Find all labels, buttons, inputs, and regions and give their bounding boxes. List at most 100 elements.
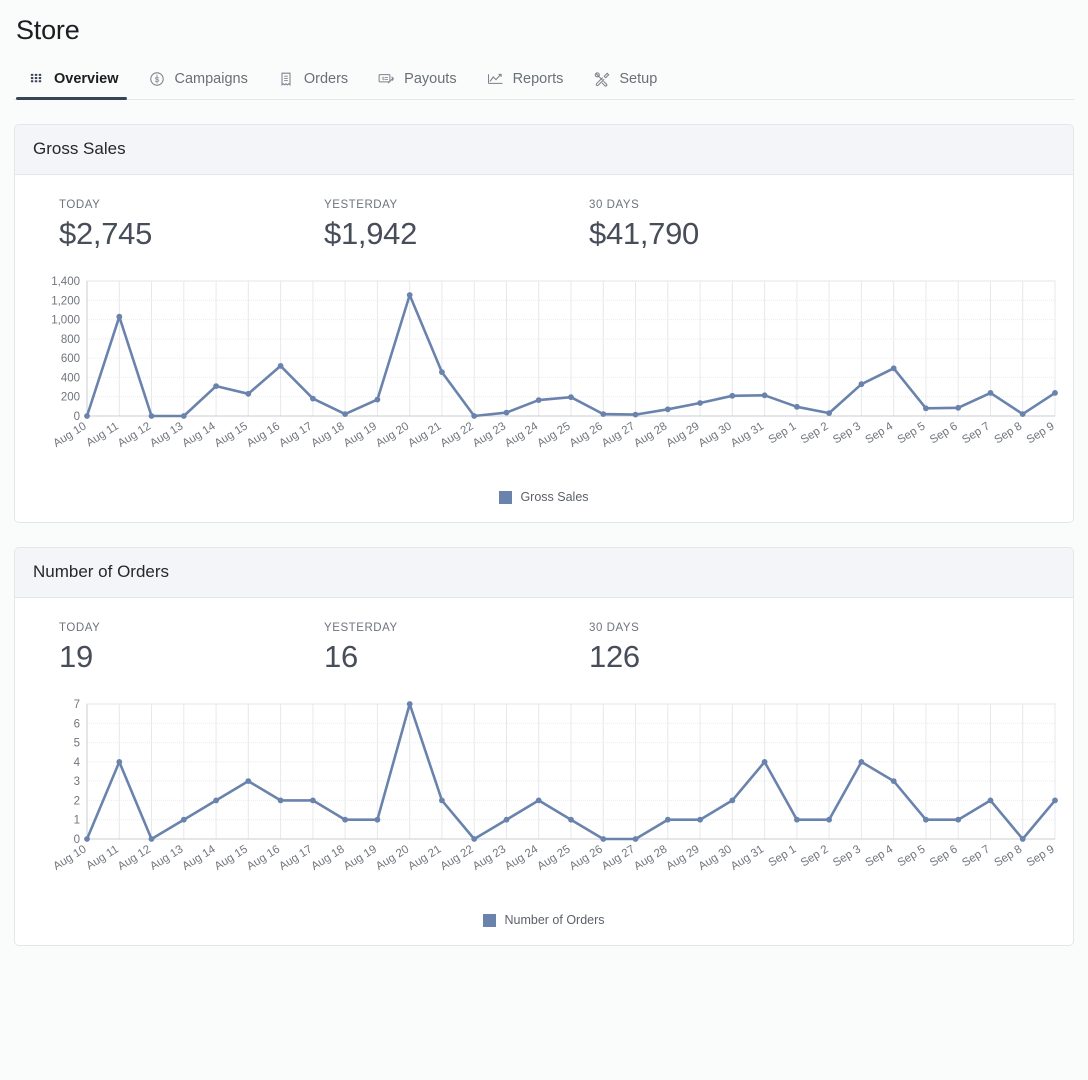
data-point: Sep 7: 2 bbox=[987, 797, 994, 804]
x-tick-label: Aug 27 bbox=[600, 844, 637, 873]
data-point: Aug 10: 0 bbox=[84, 836, 90, 843]
x-tick-label: Sep 1 bbox=[767, 421, 799, 447]
chart-0: 02004006008001,0001,2001,400Aug 10: 0Aug… bbox=[35, 273, 1058, 488]
x-tick-label: Aug 16 bbox=[245, 844, 282, 873]
data-point: Sep 5: 1 bbox=[923, 817, 929, 824]
svg-text:0: 0 bbox=[74, 411, 80, 423]
x-tick-label: Aug 11 bbox=[84, 421, 121, 450]
page-title: Store bbox=[16, 15, 80, 45]
x-tick-label: Aug 28 bbox=[632, 421, 669, 450]
data-point: Aug 26: 20 bbox=[600, 411, 607, 418]
tab-bar: Overview S Campaigns Orders $ Payouts Reports S… bbox=[14, 62, 1074, 101]
x-tick-label: Aug 31 bbox=[729, 844, 766, 873]
stat-label: TODAY bbox=[59, 198, 101, 211]
data-point: Aug 26: 0 bbox=[600, 836, 607, 843]
data-point: Sep 3: 4 bbox=[858, 759, 865, 766]
chart-1: 01234567Aug 10: 0Aug 11: 4Aug 12: 0Aug 1… bbox=[35, 696, 1058, 911]
tab-campaigns[interactable]: S Campaigns bbox=[137, 62, 266, 99]
x-tick-label: Aug 23 bbox=[471, 844, 508, 873]
card-number-of-orders: Number of Orders TODAY 19 YESTERDAY 16 30 DAY… bbox=[14, 547, 1074, 947]
tab-overview[interactable]: Overview bbox=[16, 62, 137, 101]
data-point: Aug 25: 195 bbox=[568, 394, 574, 401]
svg-text:6: 6 bbox=[74, 719, 80, 731]
svg-text:2: 2 bbox=[74, 796, 80, 808]
tools-icon bbox=[593, 70, 610, 87]
x-tick-label: Sep 6 bbox=[928, 421, 960, 447]
stat-label: YESTERDAY bbox=[324, 621, 398, 634]
card-title: Number of Orders bbox=[33, 562, 170, 582]
stat-value: 126 bbox=[589, 638, 640, 674]
card-gross-sales: Gross Sales TODAY $2,745 YESTERDAY $1,942 30 … bbox=[14, 124, 1074, 524]
stat-today: TODAY 19 bbox=[59, 622, 324, 675]
x-tick-label: Sep 2 bbox=[799, 844, 831, 870]
svg-text:1: 1 bbox=[74, 815, 80, 827]
data-point: Aug 29: 1 bbox=[697, 817, 703, 824]
data-point: Aug 29: 135 bbox=[697, 400, 703, 407]
x-tick-label: Aug 28 bbox=[632, 844, 669, 873]
data-point: Aug 12: 0 bbox=[148, 413, 155, 420]
x-tick-label: Sep 5 bbox=[896, 844, 928, 870]
x-tick-label: Sep 3 bbox=[831, 421, 863, 447]
x-tick-label: Aug 31 bbox=[729, 421, 766, 450]
tab-label: Reports bbox=[512, 70, 564, 87]
svg-text:1,000: 1,000 bbox=[51, 315, 80, 327]
chart-legend[interactable]: Gross Sales bbox=[35, 490, 1053, 504]
x-tick-label: Sep 8 bbox=[992, 844, 1024, 870]
stat-30-days: 30 DAYS $41,790 bbox=[589, 199, 854, 252]
x-tick-label: Aug 15 bbox=[213, 844, 250, 873]
data-point: Aug 16: 520 bbox=[277, 363, 284, 370]
tab-payouts[interactable]: $ Payouts bbox=[366, 62, 474, 99]
x-tick-label: Aug 19 bbox=[342, 844, 379, 873]
x-tick-label: Sep 9 bbox=[1025, 421, 1057, 447]
data-point: Aug 18: 20 bbox=[342, 411, 348, 418]
legend-label: Gross Sales bbox=[520, 490, 589, 505]
x-tick-label: Sep 1 bbox=[767, 844, 799, 870]
stat-value: 16 bbox=[324, 638, 358, 674]
data-point: Sep 8: 0 bbox=[1019, 836, 1026, 843]
tab-label: Setup bbox=[619, 70, 658, 87]
x-tick-label: Aug 14 bbox=[180, 844, 218, 874]
data-point: Aug 13: 1 bbox=[180, 817, 187, 824]
x-tick-label: Aug 20 bbox=[374, 844, 411, 873]
stat-label: 30 DAYS bbox=[589, 621, 640, 634]
data-point: Aug 28: 70 bbox=[664, 406, 671, 413]
x-tick-label: Aug 24 bbox=[503, 844, 541, 874]
x-tick-label: Aug 13 bbox=[148, 844, 185, 873]
tab-reports[interactable]: Reports bbox=[475, 62, 582, 99]
data-point: Sep 3: 330 bbox=[858, 381, 865, 388]
tab-orders[interactable]: Orders bbox=[266, 62, 366, 99]
stat-yesterday: YESTERDAY $1,942 bbox=[324, 199, 589, 252]
x-tick-label: Aug 21 bbox=[406, 844, 443, 873]
x-tick-label: Aug 11 bbox=[84, 844, 121, 873]
x-tick-label: Aug 15 bbox=[213, 421, 250, 450]
x-tick-label: Aug 29 bbox=[664, 421, 701, 450]
data-point: Sep 4: 495 bbox=[890, 365, 897, 372]
x-tick-label: Aug 14 bbox=[180, 420, 218, 450]
x-tick-label: Sep 4 bbox=[863, 420, 895, 446]
chart-legend[interactable]: Number of Orders bbox=[35, 913, 1053, 927]
stat-today: TODAY $2,745 bbox=[59, 199, 324, 252]
svg-text:800: 800 bbox=[61, 334, 80, 346]
data-point: Aug 23: 35 bbox=[503, 410, 510, 416]
data-point: Sep 9: 240 bbox=[1052, 390, 1058, 397]
svg-text:7: 7 bbox=[74, 699, 80, 711]
tab-setup[interactable]: Setup bbox=[581, 62, 675, 99]
data-point: Aug 27: 0 bbox=[632, 836, 639, 843]
x-tick-label: Aug 29 bbox=[664, 844, 701, 873]
data-point: Sep 4: 3 bbox=[890, 778, 897, 785]
x-tick-label: Sep 6 bbox=[928, 844, 960, 870]
tab-label: Campaigns bbox=[174, 70, 248, 87]
x-tick-label: Sep 9 bbox=[1025, 844, 1057, 870]
x-tick-label: Aug 25 bbox=[535, 421, 572, 450]
x-tick-label: Aug 20 bbox=[374, 421, 411, 450]
data-point: Sep 1: 1 bbox=[794, 817, 800, 824]
x-tick-label: Aug 21 bbox=[406, 421, 443, 450]
x-tick-label: Sep 8 bbox=[992, 421, 1024, 447]
data-point: Aug 20: 7 bbox=[406, 701, 413, 708]
data-point: Aug 22: 0 bbox=[471, 836, 478, 843]
stat-label: YESTERDAY bbox=[324, 198, 398, 211]
card-body: TODAY $2,745 YESTERDAY $1,942 30 DAYS $41,790… bbox=[15, 175, 1073, 523]
x-tick-label: Aug 26 bbox=[568, 421, 605, 450]
x-tick-label: Aug 17 bbox=[277, 844, 314, 873]
data-point: Aug 19: 170 bbox=[374, 397, 381, 403]
